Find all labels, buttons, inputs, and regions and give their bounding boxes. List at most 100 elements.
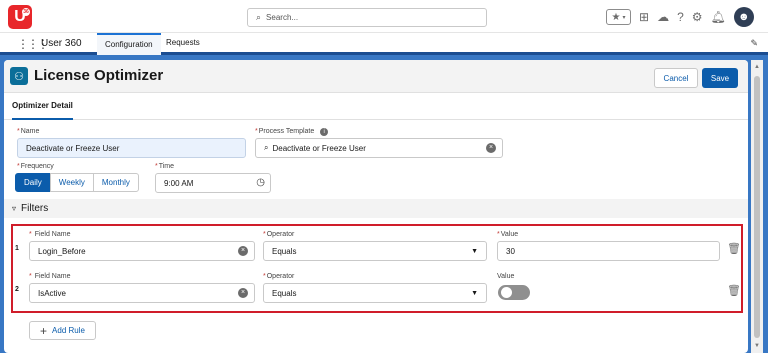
value-label: Value [497, 273, 515, 280]
search-icon: ⌕ [264, 143, 269, 152]
required-marker: * [263, 231, 266, 238]
rule-2-delete-icon[interactable]: 🗑︎ [727, 284, 741, 297]
clock-icon[interactable]: ◷ [256, 177, 265, 188]
app-navigation-bar: ⋮⋮⋮ User 360 Configuration Requests ✎ [0, 33, 768, 55]
rule-1-value: 30 [506, 246, 515, 256]
rule-1-delete-icon[interactable]: 🗑︎ [727, 242, 741, 255]
header-icon-group: ★ ▾ ⊞ ☁ ? ⚙ 🔔︎ ☻ [606, 7, 754, 27]
filters-section-title: Filters [21, 203, 49, 214]
cloud-icon[interactable]: ☁ [657, 10, 669, 24]
clear-icon[interactable]: × [238, 246, 248, 256]
rule-2-operator-value: Equals [272, 288, 297, 298]
plus-icon: + [40, 323, 48, 338]
rule-2-field-value: IsActive [38, 288, 67, 298]
global-header: U 36 ⌕ Search... ★ ▾ ⊞ ☁ ? ⚙ 🔔︎ ☻ [0, 0, 768, 33]
field-name-label-text: Field Name [34, 231, 71, 238]
filter-rules-container: 1 * Field Name Login_Before × *Operator … [11, 224, 743, 313]
help-icon[interactable]: ? [677, 10, 684, 24]
page-title: License Optimizer [34, 67, 164, 84]
name-field[interactable]: Deactivate or Freeze User [17, 138, 246, 158]
field-name-label: * Field Name [29, 273, 70, 280]
add-rule-label: Add Rule [52, 326, 85, 335]
field-name-label: * Field Name [29, 231, 70, 238]
rule-number: 2 [15, 286, 19, 293]
rule-1-value-input[interactable]: 30 [497, 241, 720, 261]
bell-icon[interactable]: 🔔︎ [711, 10, 726, 24]
detail-tabs: Optimizer Detail [4, 93, 748, 120]
process-template-value: Deactivate or Freeze User [272, 143, 366, 153]
required-marker: * [17, 128, 20, 135]
global-search-input[interactable]: ⌕ Search... [247, 8, 487, 27]
operator-label: *Operator [263, 273, 294, 280]
frequency-label-text: Frequency [20, 163, 54, 170]
edit-nav-icon[interactable]: ✎ [750, 38, 758, 49]
gear-icon[interactable]: ⚙ [692, 10, 703, 24]
clear-icon[interactable]: × [238, 288, 248, 298]
rule-1-field-name-input[interactable]: Login_Before × [29, 241, 255, 261]
app-logo[interactable]: U 36 [8, 5, 32, 29]
clear-icon[interactable]: × [486, 143, 496, 153]
record-icon: ⚇ [10, 67, 28, 85]
time-label: *Time [155, 163, 174, 170]
scrollbar-thumb[interactable] [754, 76, 760, 338]
required-marker: * [29, 273, 32, 280]
name-label-text: Name [20, 128, 40, 135]
rule-number: 1 [15, 245, 19, 252]
rule-1-operator-value: Equals [272, 246, 297, 256]
rule-2-operator-select[interactable]: Equals ▼ [263, 283, 487, 303]
frequency-daily-button[interactable]: Daily [15, 173, 51, 192]
add-icon[interactable]: ⊞ [639, 10, 649, 24]
page-header: ⚇ License Optimizer Cancel Save [4, 60, 748, 93]
info-icon[interactable]: i [320, 128, 329, 136]
save-button[interactable]: Save [702, 68, 738, 88]
field-name-label-text: Field Name [34, 273, 71, 280]
caret-down-icon: ▼ [471, 248, 478, 255]
chevron-down-icon: ▾ [622, 14, 626, 21]
filters-section-header[interactable]: ▿ Filters [4, 199, 748, 218]
time-value: 9:00 AM [164, 178, 194, 188]
search-icon: ⌕ [256, 12, 262, 22]
required-marker: * [155, 163, 158, 170]
process-template-label-text: Process Template [258, 128, 315, 135]
frequency-weekly-button[interactable]: Weekly [49, 173, 94, 192]
process-template-label: *Process Template i [255, 128, 329, 136]
scroll-up-icon[interactable]: ▲ [754, 64, 760, 70]
avatar-icon[interactable]: ☻ [733, 7, 754, 27]
time-label-text: Time [158, 163, 175, 170]
cancel-button[interactable]: Cancel [654, 68, 698, 88]
app-name: User 360 [41, 38, 82, 49]
time-field[interactable]: 9:00 AM ◷ [155, 173, 271, 193]
name-value: Deactivate or Freeze User [26, 143, 120, 153]
chevron-down-icon: ▿ [12, 204, 17, 213]
frequency-button-group: Daily Weekly Monthly [15, 173, 139, 192]
required-marker: * [255, 128, 258, 135]
add-rule-button[interactable]: + Add Rule [29, 321, 96, 340]
required-marker: * [29, 231, 32, 238]
value-label: *Value [497, 231, 518, 238]
frequency-monthly-button[interactable]: Monthly [92, 173, 139, 192]
license-optimizer-card: ⚇ License Optimizer Cancel Save Optimize… [4, 60, 748, 353]
value-label-text: Value [500, 231, 519, 238]
process-template-lookup[interactable]: ⌕ Deactivate or Freeze User × [255, 138, 503, 158]
required-marker: * [17, 163, 20, 170]
operator-label: *Operator [263, 231, 294, 238]
frequency-label: *Frequency [17, 163, 54, 170]
tab-requests[interactable]: Requests [158, 33, 208, 55]
required-marker: * [263, 273, 266, 280]
page-scrollbar[interactable]: ▲ ▼ [751, 60, 763, 353]
tab-configuration[interactable]: Configuration [97, 33, 161, 55]
rule-2-value-toggle[interactable] [498, 285, 530, 300]
scroll-down-icon[interactable]: ▼ [754, 343, 760, 349]
star-icon: ★ [611, 11, 621, 23]
name-label: *Name [17, 128, 39, 135]
logo-badge: 36 [22, 8, 30, 16]
rule-1-operator-select[interactable]: Equals ▼ [263, 241, 487, 261]
tab-optimizer-detail[interactable]: Optimizer Detail [12, 93, 73, 120]
search-placeholder: Search... [266, 13, 299, 22]
rule-1-field-value: Login_Before [38, 246, 86, 256]
operator-label-text: Operator [266, 273, 295, 280]
rule-2-field-name-input[interactable]: IsActive × [29, 283, 255, 303]
operator-label-text: Operator [266, 231, 295, 238]
caret-down-icon: ▼ [471, 290, 478, 297]
favorites-button[interactable]: ★ ▾ [606, 9, 631, 25]
